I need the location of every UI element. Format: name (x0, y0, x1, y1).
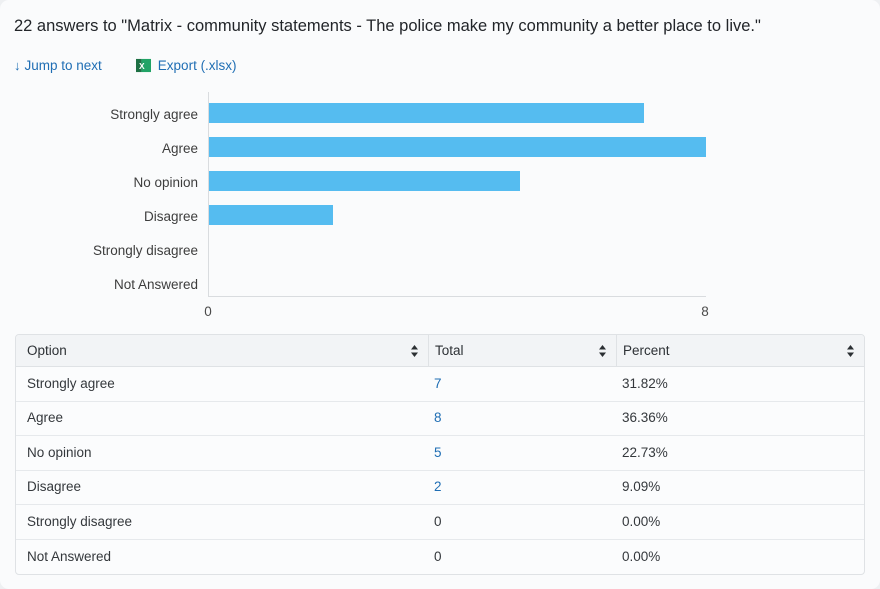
chart-category-label: Strongly disagree (92, 243, 198, 258)
option-label: Not Answered (27, 548, 112, 564)
table-row: Strongly agree 7 31.82% (16, 367, 864, 402)
chart-plot-area (208, 92, 706, 297)
cell-percent: 0.00% (616, 548, 864, 566)
total-count-value: 0 (434, 548, 442, 564)
chart-bar (209, 171, 520, 191)
chart-category-label: Disagree (143, 209, 198, 224)
sort-icon[interactable] (598, 344, 607, 357)
chart-bar (209, 205, 334, 225)
excel-xlsx-icon: X (135, 58, 151, 72)
option-label: Strongly agree (27, 375, 115, 391)
table-body: Strongly agree 7 31.82% Agree 8 36.36% No opin… (16, 367, 864, 574)
column-header-label: Percent (623, 343, 670, 358)
cell-option: Strongly disagree (16, 513, 428, 531)
chart-category-label: No opinion (133, 175, 198, 190)
x-axis-tick: 0 (204, 304, 212, 319)
table-row: Strongly disagree 0 0.00% (16, 505, 864, 540)
total-count-value: 0 (434, 513, 442, 529)
jump-to-next-label: Jump to next (24, 57, 102, 73)
action-bar: ↓ Jump to next X Export (.xlsx) (14, 55, 237, 75)
percent-value: 9.09% (622, 479, 661, 495)
chart-bar (209, 137, 706, 157)
cell-option: Not Answered (16, 548, 428, 566)
cell-total: 2 (428, 478, 616, 496)
cell-percent: 9.09% (616, 478, 864, 496)
option-label: Strongly disagree (27, 513, 133, 529)
sort-icon[interactable] (846, 344, 855, 357)
column-header-percent[interactable]: Percent (616, 335, 864, 367)
option-label: Agree (27, 410, 64, 426)
sort-icon[interactable] (410, 344, 419, 357)
total-count-link[interactable]: 8 (434, 410, 442, 425)
table-row: Agree 8 36.36% (16, 402, 864, 436)
percent-value: 0.00% (622, 548, 661, 564)
x-axis-tick: 8 (701, 304, 709, 319)
cell-option: No opinion (16, 444, 428, 462)
cell-percent: 36.36% (616, 409, 864, 427)
column-header-label: Option (27, 343, 67, 358)
total-count-link[interactable]: 2 (434, 479, 442, 494)
table-row: Disagree 2 9.09% (16, 471, 864, 505)
answers-bar-chart: Strongly agree Agree No opinion Disagree… (0, 92, 880, 327)
cell-total: 8 (428, 409, 616, 427)
question-results-card: 22 answers to "Matrix - community statem… (0, 0, 880, 589)
percent-value: 0.00% (622, 513, 661, 529)
total-count-link[interactable]: 7 (434, 376, 442, 391)
export-xlsx-link[interactable]: X Export (.xlsx) (135, 57, 237, 73)
jump-to-next-link[interactable]: ↓ Jump to next (14, 58, 102, 73)
svg-text:X: X (139, 60, 145, 70)
chart-category-label: Agree (161, 141, 198, 156)
cell-percent: 22.73% (616, 444, 864, 462)
chart-category-label: Not Answered (113, 277, 198, 292)
column-header-option[interactable]: Option (16, 335, 428, 367)
cell-option: Disagree (16, 478, 428, 496)
percent-value: 22.73% (622, 444, 668, 460)
page-title: 22 answers to "Matrix - community statem… (14, 17, 761, 35)
chart-category-label: Strongly agree (110, 107, 198, 122)
total-count-link[interactable]: 5 (434, 445, 442, 460)
column-header-total[interactable]: Total (428, 335, 616, 367)
cell-option: Strongly agree (16, 375, 428, 393)
percent-value: 31.82% (622, 375, 668, 391)
results-table: Option Total Percent Strongly agree 7 31… (15, 334, 865, 575)
cell-total: 5 (428, 444, 616, 462)
table-row: Not Answered 0 0.00% (16, 540, 864, 575)
chart-category-labels: Strongly agree Agree No opinion Disagree… (20, 92, 198, 297)
export-xlsx-label: Export (.xlsx) (157, 57, 237, 73)
chart-bar (209, 103, 644, 123)
down-arrow-icon: ↓ (14, 57, 21, 73)
cell-option: Agree (16, 409, 428, 427)
cell-total: 0 (428, 513, 616, 531)
table-header-row: Option Total Percent (16, 335, 864, 367)
cell-percent: 0.00% (616, 513, 864, 531)
cell-total: 7 (428, 375, 616, 393)
option-label: Disagree (27, 479, 82, 495)
option-label: No opinion (27, 444, 92, 460)
percent-value: 36.36% (622, 410, 668, 426)
cell-total: 0 (428, 548, 616, 566)
cell-percent: 31.82% (616, 375, 864, 393)
table-row: No opinion 5 22.73% (16, 436, 864, 471)
chart-x-axis: 0 8 (204, 304, 709, 322)
column-header-label: Total (435, 343, 464, 358)
